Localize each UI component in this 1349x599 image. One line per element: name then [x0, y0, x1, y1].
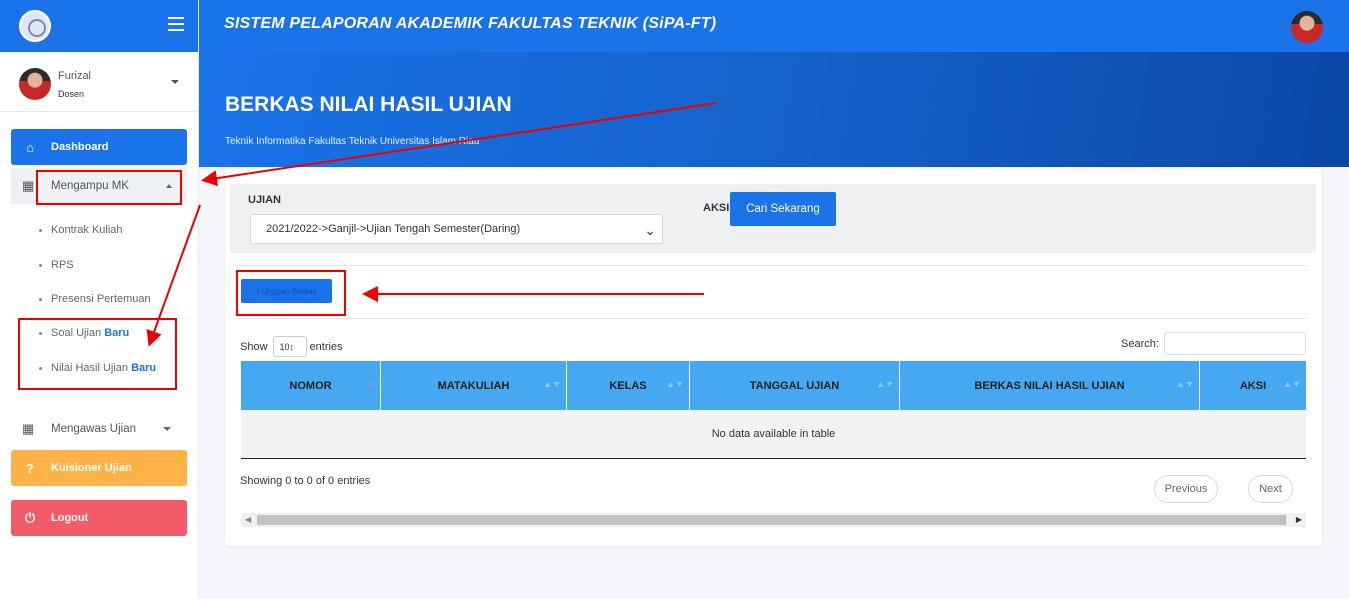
empty-row: No data available in table	[241, 410, 1306, 459]
scrollbar-thumb[interactable]	[257, 515, 1286, 525]
search-label: Search:	[1121, 338, 1159, 350]
sidebar-item-label: Dashboard	[51, 141, 109, 153]
sidebar-item-kuisioner-ujian[interactable]: ? Kuisioner Ujian	[11, 450, 187, 486]
column-header-aksi[interactable]: AKSI ▲▼	[1200, 361, 1306, 410]
question-icon: ?	[26, 460, 34, 476]
divider	[239, 318, 1307, 319]
sidebar-item-label: Mengawas Ujian	[51, 423, 137, 435]
chevron-down-icon[interactable]	[171, 80, 179, 84]
sidebar-item-logout[interactable]: ⏻ Logout	[11, 500, 187, 536]
menu-toggle-icon[interactable]	[168, 17, 184, 31]
bullet-icon	[39, 228, 42, 232]
sidebar-item-label: Logout	[51, 512, 89, 524]
sidebar-item-dashboard[interactable]: ⌂ Dashboard	[11, 129, 187, 165]
sidebar-subitem-label: RPS	[51, 259, 74, 271]
topbar: SISTEM PELAPORAN AKADEMIK FAKULTAS TEKNI…	[199, 0, 1349, 52]
horizontal-scrollbar[interactable]: ◀ ▶	[241, 513, 1306, 527]
column-label: KELAS	[609, 379, 647, 392]
column-label: TANGGAL UJIAN	[749, 379, 840, 392]
sidebar-subitem-presensi-pertemuan[interactable]: Presensi Pertemuan	[39, 293, 151, 305]
ujian-select[interactable]: 2021/2022->Ganjil->Ujian Tengah Semester…	[250, 214, 663, 244]
sidebar-item-label: Kuisioner Ujian	[51, 462, 132, 474]
sidebar-subitem-rps[interactable]: RPS	[39, 259, 74, 271]
bullet-icon	[39, 297, 42, 301]
next-page-button[interactable]: Next	[1248, 475, 1293, 503]
app-title: SISTEM PELAPORAN AKADEMIK FAKULTAS TEKNI…	[224, 15, 717, 32]
filter-panel: UJIAN 2021/2022->Ganjil->Ujian Tengah Se…	[230, 184, 1316, 253]
app-root: Furizal Dosen ⌂ Dashboard ▦ Mengampu MK …	[0, 0, 1349, 599]
page-length-select[interactable]: 10 ↕	[272, 336, 307, 357]
search-input[interactable]	[1164, 332, 1306, 355]
chevron-down-icon	[163, 427, 171, 431]
user-name: Furizal	[58, 70, 92, 82]
sidebar-subitem-label: Presensi Pertemuan	[51, 293, 151, 305]
show-label: Show	[240, 340, 268, 353]
sidebar-subitem-label: Kontrak Kuliah	[51, 224, 123, 236]
column-header-berkas[interactable]: BERKAS NILAI HASIL UJIAN ▲▼	[900, 361, 1200, 410]
column-header-tanggal-ujian[interactable]: TANGGAL UJIAN ▲▼	[690, 361, 900, 410]
aksi-label: AKSI	[703, 202, 730, 214]
column-header-kelas[interactable]: KELAS ▲▼	[567, 361, 690, 410]
page-title: BERKAS NILAI HASIL UJIAN	[225, 93, 512, 116]
sort-icon: ▲▼	[543, 379, 561, 389]
sort-icon: ↑↓	[366, 379, 375, 389]
previous-page-button[interactable]: Previous	[1154, 475, 1218, 503]
sidebar-subitem-kontrak-kuliah[interactable]: Kontrak Kuliah	[39, 224, 123, 236]
column-header-nomor[interactable]: NOMOR ↑↓	[241, 361, 381, 410]
home-icon: ⌂	[26, 139, 34, 155]
annotation-box-submenu	[18, 318, 177, 390]
avatar[interactable]	[1291, 11, 1323, 43]
ujian-label: UJIAN	[248, 194, 282, 206]
page-length-value: 10	[279, 341, 290, 352]
sort-icon: ▲▼	[1283, 379, 1301, 389]
power-icon: ⏻	[24, 510, 36, 525]
table-header: NOMOR ↑↓ MATAKULIAH ▲▼ KELAS ▲▼ TANGGAL UJI…	[241, 361, 1306, 410]
data-table: NOMOR ↑↓ MATAKULIAH ▲▼ KELAS ▲▼ TANGGAL UJI…	[241, 361, 1306, 459]
page-header: BERKAS NILAI HASIL UJIAN Teknik Informat…	[199, 52, 1349, 167]
sort-icon: ▲▼	[1176, 379, 1194, 389]
table-info: Showing 0 to 0 of 0 entries	[240, 475, 371, 487]
ujian-select-value: 2021/2022->Ganjil->Ujian Tengah Semester…	[266, 223, 521, 235]
column-label: BERKAS NILAI HASIL UJIAN	[974, 379, 1125, 392]
search-now-button[interactable]: Cari Sekarang	[730, 192, 836, 226]
university-logo	[19, 10, 51, 42]
annotation-box-mengampu	[36, 170, 182, 205]
empty-message: No data available in table	[711, 428, 836, 440]
sort-icon: ▲▼	[666, 379, 684, 389]
user-role: Dosen	[58, 89, 85, 99]
chevron-down-icon: ⌄	[644, 222, 656, 238]
bullet-icon	[39, 263, 42, 267]
calendar-icon: ▦	[22, 421, 35, 436]
column-label: AKSI	[1239, 379, 1267, 392]
column-header-matakuliah[interactable]: MATAKULIAH ▲▼	[381, 361, 567, 410]
content-card: UJIAN 2021/2022->Ganjil->Ujian Tengah Se…	[225, 168, 1322, 546]
sort-icon: ▲▼	[876, 379, 894, 389]
scroll-left-icon[interactable]: ◀	[245, 515, 251, 524]
column-label: NOMOR	[289, 379, 332, 392]
page-subtitle: Teknik Informatika Fakultas Teknik Unive…	[225, 136, 480, 147]
scroll-right-icon[interactable]: ▶	[1296, 515, 1302, 524]
sidebar: Furizal Dosen ⌂ Dashboard ▦ Mengampu MK …	[0, 0, 199, 599]
sidebar-item-mengawas-ujian[interactable]: ▦ Mengawas Ujian	[11, 411, 187, 447]
table-length-control: Show 10 ↕ entries	[240, 336, 343, 357]
divider	[239, 265, 1307, 266]
column-label: MATAKULIAH	[437, 379, 510, 392]
annotation-box-upload	[236, 270, 346, 316]
entries-label: entries	[309, 340, 343, 353]
sidebar-brand	[0, 0, 198, 52]
user-panel[interactable]: Furizal Dosen	[0, 52, 199, 112]
avatar	[19, 68, 51, 100]
